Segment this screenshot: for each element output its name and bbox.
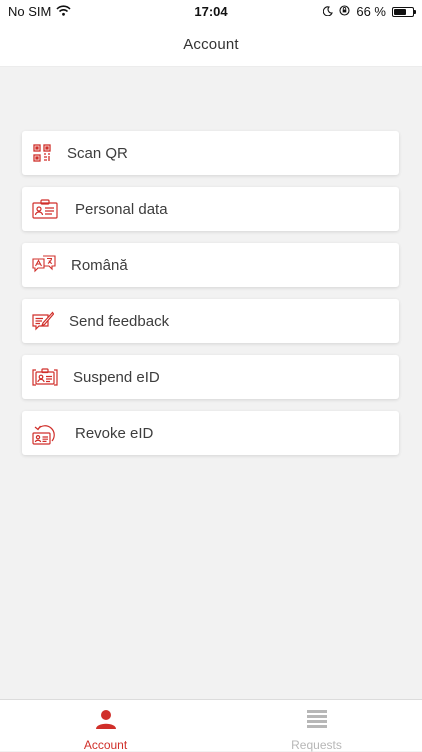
qr-code-icon — [31, 142, 53, 164]
status-bar: No SIM 17:04 66 % — [0, 0, 422, 22]
id-card-icon — [31, 198, 59, 220]
feedback-icon — [31, 310, 55, 332]
menu-item-label: Suspend eID — [73, 368, 160, 386]
menu-item-label: Revoke eID — [75, 424, 154, 442]
list-icon — [306, 709, 327, 734]
tab-requests[interactable]: Requests — [211, 700, 422, 752]
person-icon — [95, 709, 117, 734]
account-menu: Scan QR Personal data Română Send feedba… — [22, 131, 399, 467]
status-right: 66 % — [323, 4, 416, 19]
tab-account[interactable]: Account — [0, 700, 211, 752]
menu-item-label: Română — [71, 256, 128, 274]
revoke-id-icon — [31, 422, 61, 445]
menu-item-label: Scan QR — [67, 144, 128, 162]
menu-item-language[interactable]: Română — [22, 243, 399, 287]
battery-icon — [392, 6, 416, 17]
menu-item-label: Personal data — [75, 200, 168, 218]
menu-item-revoke-eid[interactable]: Revoke eID — [22, 411, 399, 455]
menu-item-personal-data[interactable]: Personal data — [22, 187, 399, 231]
battery-percent: 66 % — [356, 4, 386, 19]
language-icon — [31, 254, 57, 276]
menu-item-suspend-eid[interactable]: Suspend eID — [22, 355, 399, 399]
navigation-bar: Account — [0, 22, 422, 67]
menu-item-send-feedback[interactable]: Send feedback — [22, 299, 399, 343]
moon-icon — [323, 4, 334, 19]
page-title: Account — [183, 35, 239, 53]
orientation-lock-icon — [339, 4, 350, 19]
menu-item-label: Send feedback — [69, 312, 170, 330]
suspend-id-icon — [31, 366, 59, 388]
menu-item-scan-qr[interactable]: Scan QR — [22, 131, 399, 175]
tab-bar: Account Requests — [0, 699, 422, 752]
